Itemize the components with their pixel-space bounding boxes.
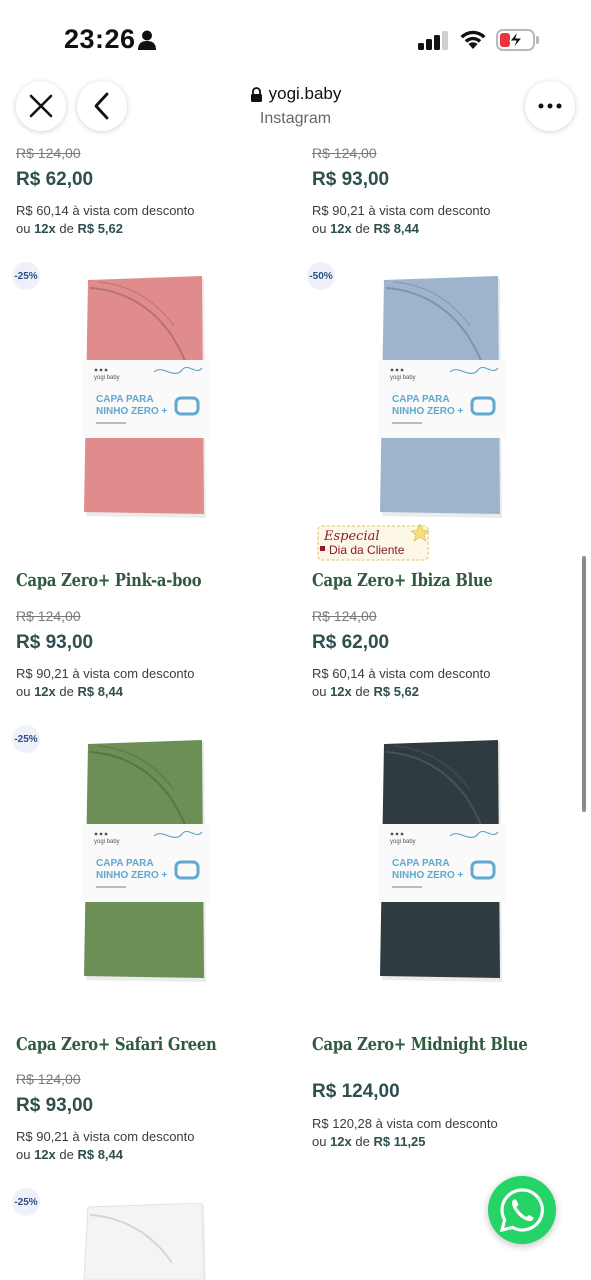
price: R$ 93,00 — [16, 632, 94, 653]
product-image[interactable]: yogi baby CAPA PARA NINHO ZERO + — [82, 276, 210, 520]
svg-text:Dia da Cliente: Dia da Cliente — [329, 543, 405, 557]
whatsapp-icon — [499, 1188, 544, 1233]
person-icon — [138, 30, 156, 50]
status-bar: 23:26 — [0, 0, 591, 78]
promo-sticker: Especial Dia da Cliente — [317, 524, 430, 561]
discount-badge: -25% — [12, 725, 40, 753]
svg-text:NINHO ZERO +: NINHO ZERO + — [96, 406, 168, 417]
discount-badge: -50% — [307, 262, 335, 290]
product-image[interactable]: yogi baby CAPA PARA NINHO ZERO + — [378, 740, 506, 984]
lock-icon — [250, 86, 262, 102]
status-time: 23:26 — [64, 24, 136, 54]
svg-text:yogi baby: yogi baby — [94, 839, 120, 845]
svg-text:CAPA PARA: CAPA PARA — [392, 394, 450, 405]
installment-info: R$ 60,14 à vista com desconto ou 12x de … — [16, 203, 195, 236]
url-source: Instagram — [259, 109, 332, 127]
svg-text:NINHO ZERO +: NINHO ZERO + — [96, 870, 168, 881]
svg-text:CAPA PARA: CAPA PARA — [392, 858, 450, 869]
price: R$ 62,00 — [16, 169, 94, 190]
price: R$ 124,00 — [312, 1081, 400, 1102]
swaddle-package-graphic: yogi baby CAPA PARA NINHO ZERO + — [82, 740, 210, 982]
installment-info: R$ 60,14 à vista com desconto ou 12x de … — [312, 666, 491, 699]
product-image[interactable]: yogi baby CAPA PARA NINHO ZERO + — [82, 740, 210, 984]
more-options-button[interactable] — [525, 81, 575, 131]
swaddle-package-graphic — [83, 1203, 206, 1280]
svg-text:CAPA PARA: CAPA PARA — [96, 858, 154, 869]
installment-info: R$ 90,21 à vista com desconto ou 12x de … — [16, 1129, 195, 1162]
product-title[interactable]: Capa Zero+ Midnight Blue — [312, 1034, 528, 1055]
browser-header: yogi.baby Instagram — [0, 78, 591, 140]
more-dots-icon — [538, 103, 562, 109]
discount-badge: -25% — [12, 262, 40, 290]
svg-text:yogi baby: yogi baby — [94, 375, 120, 381]
product-title[interactable]: Capa Zero+ Safari Green — [16, 1034, 217, 1055]
old-price: R$ 124,00 — [16, 1071, 81, 1087]
swaddle-package-graphic: yogi baby CAPA PARA NINHO ZERO + — [378, 276, 506, 518]
installment-info: R$ 120,28 à vista com desconto ou 12x de… — [312, 1116, 498, 1149]
product-image[interactable] — [82, 1203, 210, 1280]
installment-info: R$ 90,21 à vista com desconto ou 12x de … — [16, 666, 195, 699]
svg-text:CAPA PARA: CAPA PARA — [96, 394, 154, 405]
product-title[interactable]: Capa Zero+ Ibiza Blue — [312, 570, 493, 591]
url-display[interactable]: yogi.baby Instagram — [0, 84, 591, 128]
product-title[interactable]: Capa Zero+ Pink-a-boo — [16, 570, 202, 591]
discount-badge: -25% — [12, 1188, 40, 1216]
svg-text:NINHO ZERO +: NINHO ZERO + — [392, 870, 464, 881]
url-domain: yogi.baby — [268, 84, 342, 103]
swaddle-package-graphic: yogi baby CAPA PARA NINHO ZERO + — [82, 276, 210, 518]
svg-text:yogi baby: yogi baby — [390, 839, 416, 845]
price: R$ 93,00 — [16, 1095, 94, 1116]
old-price: R$ 124,00 — [16, 608, 81, 624]
product-image[interactable]: yogi baby CAPA PARA NINHO ZERO + — [378, 276, 506, 520]
battery-charging-icon — [496, 29, 539, 51]
wifi-icon — [460, 30, 486, 49]
svg-text:Especial: Especial — [323, 529, 380, 544]
old-price: R$ 124,00 — [312, 145, 377, 161]
old-price: R$ 124,00 — [312, 608, 377, 624]
cellular-signal-icon — [418, 31, 448, 50]
old-price: R$ 124,00 — [16, 145, 81, 161]
scrollbar[interactable] — [582, 556, 586, 812]
price: R$ 62,00 — [312, 632, 390, 653]
svg-text:NINHO ZERO +: NINHO ZERO + — [392, 406, 464, 417]
price: R$ 93,00 — [312, 169, 390, 190]
installment-info: R$ 90,21 à vista com desconto ou 12x de … — [312, 203, 491, 236]
swaddle-package-graphic: yogi baby CAPA PARA NINHO ZERO + — [378, 740, 506, 982]
svg-text:yogi baby: yogi baby — [390, 375, 416, 381]
whatsapp-button[interactable] — [488, 1176, 556, 1244]
